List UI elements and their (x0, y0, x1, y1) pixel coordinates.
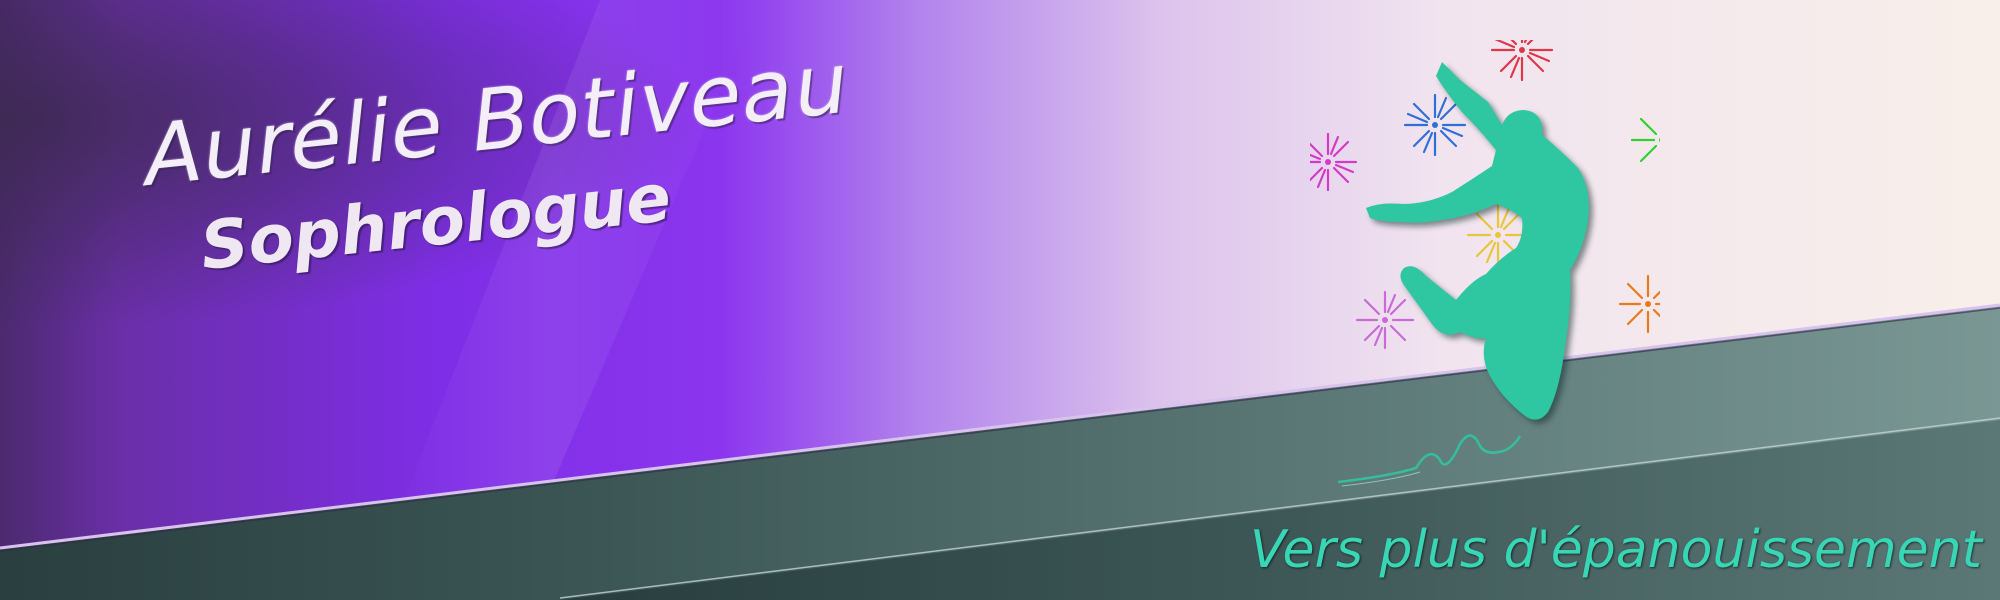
firework-red-icon (1490, 40, 1554, 82)
dancer-figure (1366, 62, 1589, 420)
ribbon-swirl (1337, 434, 1522, 484)
dancer-illustration (1310, 40, 1660, 487)
firework-green-icon (1630, 117, 1660, 163)
firework-violet-icon (1355, 290, 1415, 350)
firework-magenta-icon (1310, 132, 1358, 192)
firework-orange-icon (1618, 274, 1660, 334)
header-banner: Aurélie Botiveau Sophrologue Vers plus d… (0, 0, 2000, 600)
tagline: Vers plus d'épanouissement (1249, 520, 1982, 580)
